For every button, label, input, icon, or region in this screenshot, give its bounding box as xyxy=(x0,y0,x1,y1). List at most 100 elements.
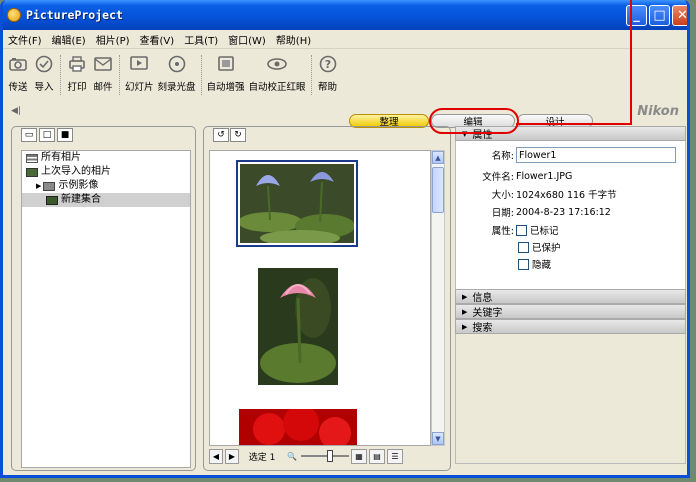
menu-file[interactable]: 文件(F) xyxy=(3,32,47,47)
tree-item-sample-images[interactable]: ▶ 示例影像 xyxy=(22,179,190,193)
info-title: 信息 xyxy=(472,293,493,304)
auto-enhance-button[interactable]: 自动增强 xyxy=(205,53,247,93)
view-controls: ◀ ▶ 选定 1 🔍 ▦ ▤ ☰ xyxy=(209,447,445,465)
import-icon xyxy=(33,53,55,75)
back-arrow-icon[interactable]: ◀| xyxy=(11,106,21,116)
zoom-slider[interactable] xyxy=(301,449,349,463)
maximize-button[interactable]: □ xyxy=(649,5,670,26)
filmstrip-view-icon[interactable]: ▤ xyxy=(369,448,385,464)
expand-arrow-icon: ▶ xyxy=(462,292,468,301)
app-window: PictureProject _ □ ✕ 文件(F) 编辑(E) 相片(P) 查… xyxy=(0,0,690,478)
search-section-header[interactable]: ▶ 搜索 xyxy=(455,319,686,334)
mail-label: 邮件 xyxy=(93,82,113,93)
mail-icon xyxy=(92,53,114,75)
vertical-scrollbar[interactable]: ▲ ▼ xyxy=(431,150,445,446)
enhance-icon xyxy=(215,53,237,75)
red-eye-button[interactable]: 自动校正红眼 xyxy=(247,53,308,93)
toolbar-separator xyxy=(200,55,202,95)
red-eye-label: 自动校正红眼 xyxy=(248,82,306,93)
app-icon xyxy=(7,8,21,22)
name-field[interactable] xyxy=(516,147,676,163)
mail-button[interactable]: 邮件 xyxy=(90,53,116,93)
menu-edit[interactable]: 编辑(E) xyxy=(47,32,91,47)
scroll-thumb[interactable] xyxy=(432,167,444,213)
folder-view-icon[interactable]: ▭ xyxy=(21,128,37,142)
thumbnail[interactable] xyxy=(258,268,338,385)
menu-help[interactable]: 帮助(H) xyxy=(271,32,316,47)
tree-item-new-collection[interactable]: 新建集合 xyxy=(22,193,190,207)
zoom-icon: 🔍 xyxy=(287,451,297,461)
tree-item-label: 示例影像 xyxy=(58,180,99,191)
title-bar[interactable]: PictureProject _ □ ✕ xyxy=(3,0,687,30)
info-section-header[interactable]: ▶ 信息 xyxy=(455,289,686,304)
print-button[interactable]: 打印 xyxy=(64,53,90,93)
close-button[interactable]: ✕ xyxy=(672,5,687,26)
burn-disc-button[interactable]: 刻录光盘 xyxy=(156,53,198,93)
help-button[interactable]: ? 帮助 xyxy=(315,53,341,93)
slideshow-button[interactable]: 幻灯片 xyxy=(123,53,156,93)
flagged-row: 属性: 已标记 xyxy=(456,223,559,237)
rotate-right-icon[interactable]: ↻ xyxy=(230,128,246,142)
list-view-icon[interactable]: □ xyxy=(39,128,55,142)
collection-icon xyxy=(46,195,58,205)
transfer-button[interactable]: 传送 xyxy=(5,53,31,93)
expand-arrow-icon: ▶ xyxy=(462,322,468,331)
date-label: 日期: xyxy=(491,208,514,219)
flagged-checkbox[interactable] xyxy=(516,224,527,236)
prev-icon[interactable]: ◀ xyxy=(209,448,223,464)
slideshow-label: 幻灯片 xyxy=(125,82,154,93)
folder-icon xyxy=(43,181,56,191)
next-icon[interactable]: ▶ xyxy=(225,448,239,464)
keywords-section-header[interactable]: ▶ 关键字 xyxy=(455,304,686,319)
expand-arrow-icon: ▶ xyxy=(462,307,468,316)
toolbar-separator xyxy=(60,55,61,95)
thumbnail-selected[interactable] xyxy=(236,160,358,247)
last-import-icon xyxy=(26,167,38,177)
toolbar: 传送 导入 打印 邮件 幻灯片 刻录光盘 自动增强 自动校正红眼 ? 帮助 xyxy=(3,50,687,102)
properties-section: 名称: 文件名: Flower1.JPG 大小: 1024x680 116 千字… xyxy=(455,141,686,289)
size-label: 大小: xyxy=(491,190,514,201)
zoom-slider-handle[interactable] xyxy=(327,450,333,462)
transfer-label: 传送 xyxy=(8,82,28,93)
menu-view[interactable]: 查看(V) xyxy=(135,32,180,47)
toolbar-separator xyxy=(310,55,312,95)
toolbar-separator xyxy=(119,55,120,95)
red-flower-photo xyxy=(239,405,357,445)
nikon-logo: Nikon xyxy=(637,104,679,119)
rotate-left-icon[interactable]: ↺ xyxy=(213,128,229,142)
details-view-icon[interactable]: ☰ xyxy=(387,448,403,464)
eye-icon xyxy=(266,53,288,75)
all-photos-icon xyxy=(26,153,38,163)
tile-view-icon[interactable]: ■ xyxy=(57,128,73,142)
expand-arrow-icon[interactable]: ▶ xyxy=(36,179,41,193)
date-row: 日期: 2004-8-23 17:16:12 xyxy=(456,205,611,220)
burn-disc-label: 刻录光盘 xyxy=(157,82,196,93)
menu-photo[interactable]: 相片(P) xyxy=(91,32,135,47)
menu-tools[interactable]: 工具(T) xyxy=(179,32,223,47)
tree-item-all-photos[interactable]: 所有相片 xyxy=(22,151,190,165)
water-lily-photo-2 xyxy=(258,268,338,385)
scroll-down-icon[interactable]: ▼ xyxy=(432,432,444,445)
help-icon: ? xyxy=(317,53,339,75)
hidden-checkbox[interactable] xyxy=(518,258,529,270)
size-value: 1024x680 116 千字节 xyxy=(516,190,617,201)
import-label: 导入 xyxy=(34,82,54,93)
import-button[interactable]: 导入 xyxy=(31,53,57,93)
annotation-line xyxy=(516,123,632,125)
tree-item-last-import[interactable]: 上次导入的相片 xyxy=(22,165,190,179)
disc-icon xyxy=(166,53,188,75)
menu-window[interactable]: 窗口(W) xyxy=(223,32,271,47)
scroll-up-icon[interactable]: ▲ xyxy=(432,151,444,164)
protected-checkbox[interactable] xyxy=(518,241,529,253)
grid-view-icon[interactable]: ▦ xyxy=(351,448,367,464)
help-label: 帮助 xyxy=(318,82,338,93)
thumbnail[interactable] xyxy=(239,405,357,445)
tree-item-label: 所有相片 xyxy=(41,152,81,163)
rotate-tools: ↺ ↻ xyxy=(213,128,246,142)
filename-value: Flower1.JPG xyxy=(516,170,573,182)
hidden-row: 隐藏 xyxy=(518,257,551,271)
keywords-title: 关键字 xyxy=(472,308,503,319)
size-row: 大小: 1024x680 116 千字节 xyxy=(456,187,617,201)
menu-bar: 文件(F) 编辑(E) 相片(P) 查看(V) 工具(T) 窗口(W) 帮助(H… xyxy=(3,30,687,49)
svg-text:?: ? xyxy=(324,58,330,71)
